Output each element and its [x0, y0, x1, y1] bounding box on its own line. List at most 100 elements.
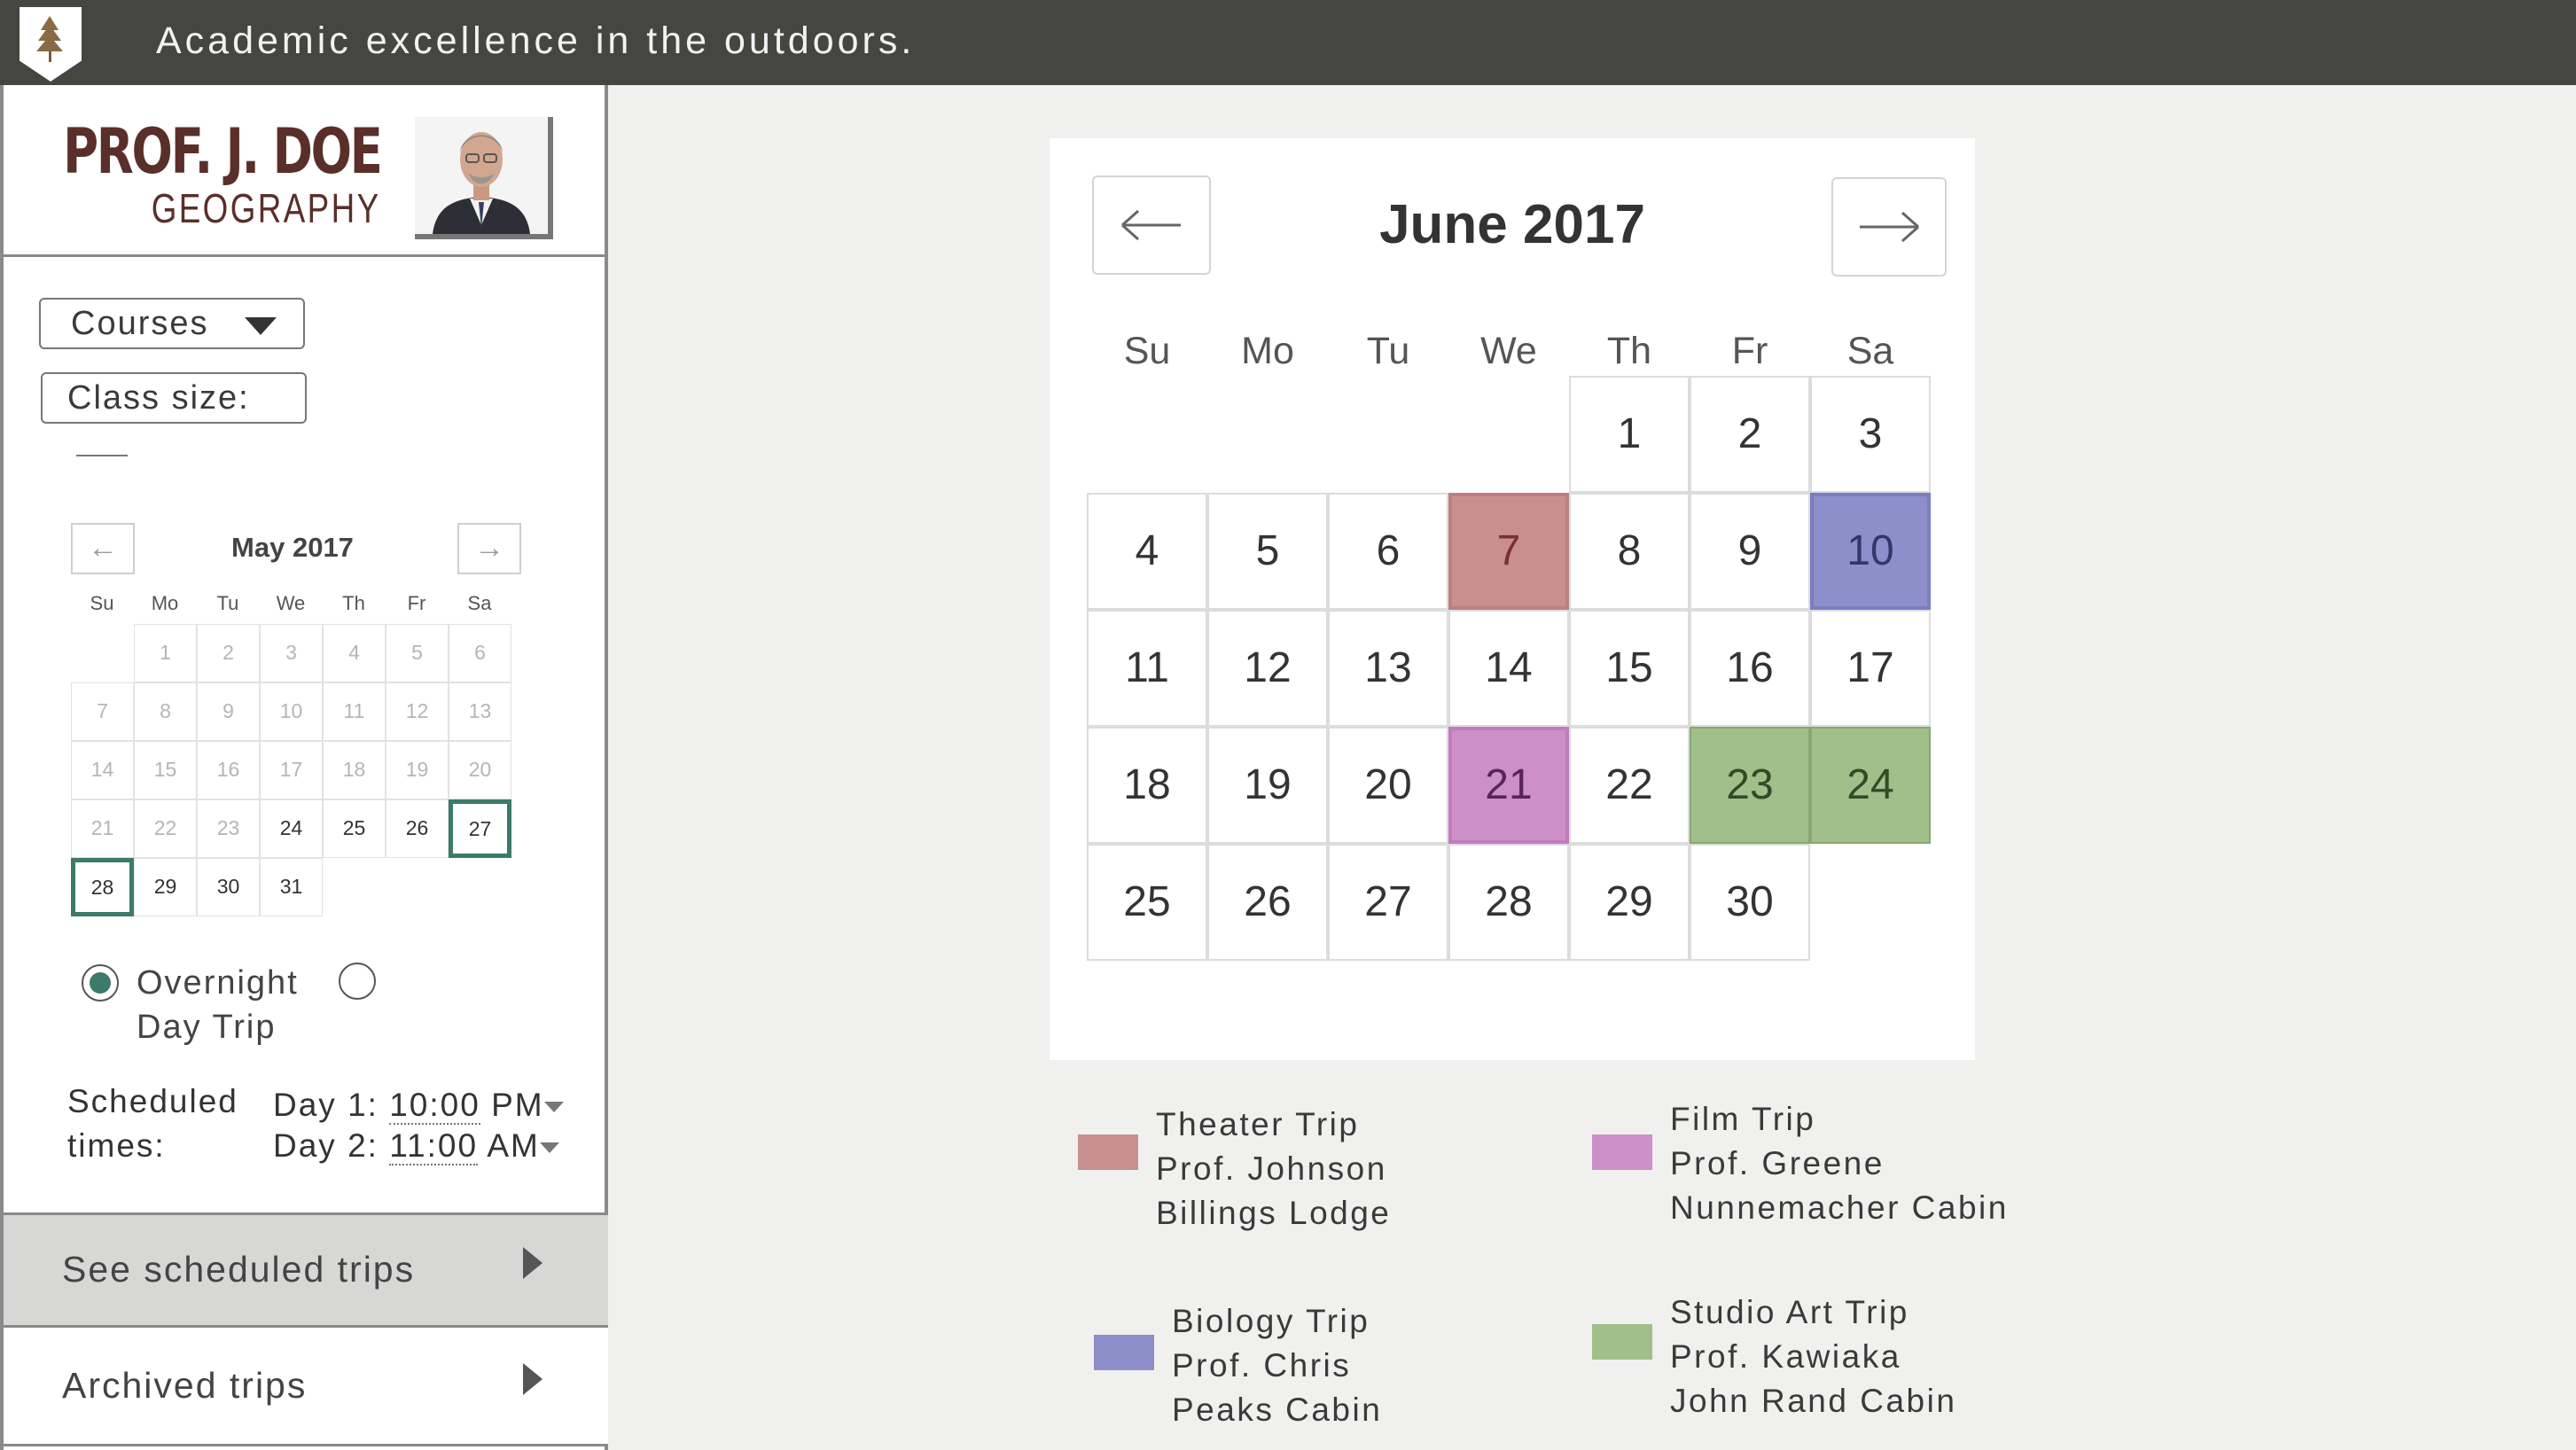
mini-calendar-header: ← May 2017 → [71, 523, 521, 580]
main-calendar: June 2017 Su Mo Tu We Th Fr Sa 1 2 3 4 5 6 7 8 9 10 11 12… [1050, 138, 1975, 1060]
calendar-day[interactable]: 12 [1207, 610, 1328, 727]
mini-calendar-day[interactable]: 24 [260, 799, 323, 858]
calendar-day[interactable]: 27 [1328, 844, 1448, 961]
calendar-day[interactable]: 11 [1087, 610, 1207, 727]
calendar-day[interactable]: 18 [1087, 727, 1207, 844]
calendar-day[interactable]: 26 [1207, 844, 1328, 961]
calendar-day[interactable]: 3 [1810, 376, 1931, 493]
legend-line3: Peaks Cabin [1172, 1392, 1383, 1428]
day2-time-input[interactable]: 11:00 [389, 1127, 479, 1165]
mini-calendar-day: 6 [449, 624, 511, 682]
see-scheduled-trips-label: See scheduled trips [62, 1249, 416, 1290]
arrow-right-icon: → [474, 531, 504, 565]
day1-ampm[interactable]: PM [491, 1087, 544, 1123]
calendar-day[interactable]: 22 [1569, 727, 1690, 844]
day1-time-row: Day 1: 10:00 PM [273, 1085, 564, 1126]
mini-calendar-day[interactable]: 26 [386, 799, 449, 858]
legend-swatch [1592, 1134, 1652, 1170]
mini-calendar-day[interactable]: 29 [134, 858, 197, 916]
calendar-day[interactable]: 17 [1810, 610, 1931, 727]
calendar-day[interactable]: 8 [1569, 493, 1690, 610]
chevron-right-icon [523, 1363, 543, 1395]
chevron-right-icon [523, 1247, 543, 1279]
weekday-label: Th [1606, 330, 1652, 372]
legend-line1: Biology Trip [1172, 1303, 1370, 1339]
arrow-right-icon [1860, 211, 1919, 243]
legend-text: Theater Trip Prof. Johnson Billings Lodge [1156, 1103, 1391, 1236]
calendar-day[interactable]: 6 [1328, 493, 1448, 610]
courses-dropdown[interactable]: Courses [39, 298, 305, 349]
legend-line3: Billings Lodge [1156, 1195, 1392, 1231]
calendar-day[interactable]: 5 [1207, 493, 1328, 610]
chevron-down-icon [245, 317, 277, 335]
calendar-day[interactable]: 29 [1569, 844, 1690, 961]
legend-text: Biology Trip Prof. Chris Peaks Cabin [1172, 1299, 1382, 1432]
calendar-day-booked[interactable]: 23 [1690, 727, 1810, 844]
calendar-day-booked[interactable]: 7 [1448, 493, 1569, 610]
mini-calendar-day[interactable]: 25 [323, 799, 386, 858]
mini-calendar-day: 7 [71, 682, 134, 741]
legend-line2: Prof. Chris [1172, 1347, 1352, 1384]
mini-calendar-day: 9 [197, 682, 260, 741]
legend-text: Film Trip Prof. Greene Nunnemacher Cabin [1670, 1097, 2009, 1230]
mini-calendar-day: 5 [386, 624, 449, 682]
archived-trips-button[interactable]: Archived trips [4, 1328, 608, 1446]
logo[interactable] [20, 7, 82, 82]
mini-calendar-day: 16 [197, 741, 260, 799]
mini-next-month-button[interactable]: → [457, 523, 521, 574]
calendar-day[interactable]: 30 [1690, 844, 1810, 961]
day-trip-radio[interactable] [339, 963, 376, 1000]
mini-calendar-day[interactable]: 31 [260, 858, 323, 916]
courses-label: Courses [71, 305, 209, 342]
mini-calendar-day: 13 [449, 682, 511, 741]
profile-header: PROF. J. DOE GEOGRAPHY [4, 85, 608, 257]
calendar-day[interactable]: 28 [1448, 844, 1569, 961]
mini-calendar-day: 10 [260, 682, 323, 741]
mini-calendar-day: 18 [323, 741, 386, 799]
next-month-button[interactable] [1831, 177, 1947, 277]
calendar-day[interactable]: 4 [1087, 493, 1207, 610]
class-size-field[interactable]: Class size: [41, 372, 307, 456]
calendar-day[interactable]: 14 [1448, 610, 1569, 727]
day1-time-input[interactable]: 10:00 [389, 1087, 480, 1125]
overnight-radio[interactable] [82, 964, 119, 1002]
calendar-day-booked[interactable]: 10 [1810, 493, 1931, 610]
sidebar: PROF. J. DOE GEOGRAPHY Courses Class siz… [0, 85, 608, 1450]
calendar-day[interactable]: 9 [1690, 493, 1810, 610]
mini-calendar-day[interactable]: 30 [197, 858, 260, 916]
professor-department: GEOGRAPHY [152, 185, 381, 231]
mini-calendar-day: 4 [323, 624, 386, 682]
mini-calendar-day: 2 [197, 624, 260, 682]
day2-time-row: Day 2: 11:00 AM [273, 1126, 564, 1166]
chevron-down-icon[interactable] [539, 1142, 559, 1154]
calendar-day[interactable]: 2 [1690, 376, 1810, 493]
calendar-day[interactable]: 20 [1328, 727, 1448, 844]
calendar-day[interactable]: 19 [1207, 727, 1328, 844]
calendar-day[interactable]: 16 [1690, 610, 1810, 727]
mini-weekday-label: Tu [216, 592, 239, 614]
legend-swatch [1094, 1335, 1154, 1370]
chevron-down-icon[interactable] [543, 1102, 564, 1113]
mini-calendar-day[interactable]: 28 [71, 858, 134, 916]
scheduled-times: Day 1: 10:00 PM Day 2: 11:00 AM [273, 1085, 564, 1166]
see-scheduled-trips-button[interactable]: See scheduled trips [4, 1212, 608, 1328]
mini-calendar-day[interactable]: 27 [449, 799, 511, 858]
mini-weekday-label: Su [90, 592, 114, 614]
mini-calendar-day: 8 [134, 682, 197, 741]
class-size-label: Class size: [67, 379, 250, 417]
calendar-day-booked[interactable]: 21 [1448, 727, 1569, 844]
day2-ampm[interactable]: AM [487, 1127, 540, 1164]
legend-line1: Theater Trip [1156, 1106, 1360, 1142]
mini-calendar: ← May 2017 → [71, 523, 521, 580]
class-size-input[interactable] [76, 430, 128, 456]
mini-calendar-title: May 2017 [231, 532, 354, 563]
calendar-day[interactable]: 15 [1569, 610, 1690, 727]
mini-weekday-label: Th [342, 592, 365, 614]
calendar-day-booked[interactable]: 24 [1810, 727, 1931, 844]
mini-weekday-header: Su Mo Tu We Th Fr Sa [71, 592, 550, 619]
calendar-day[interactable]: 25 [1087, 844, 1207, 961]
mini-calendar-day: 12 [386, 682, 449, 741]
mini-calendar-day: 15 [134, 741, 197, 799]
calendar-day[interactable]: 13 [1328, 610, 1448, 727]
calendar-day[interactable]: 1 [1569, 376, 1690, 493]
